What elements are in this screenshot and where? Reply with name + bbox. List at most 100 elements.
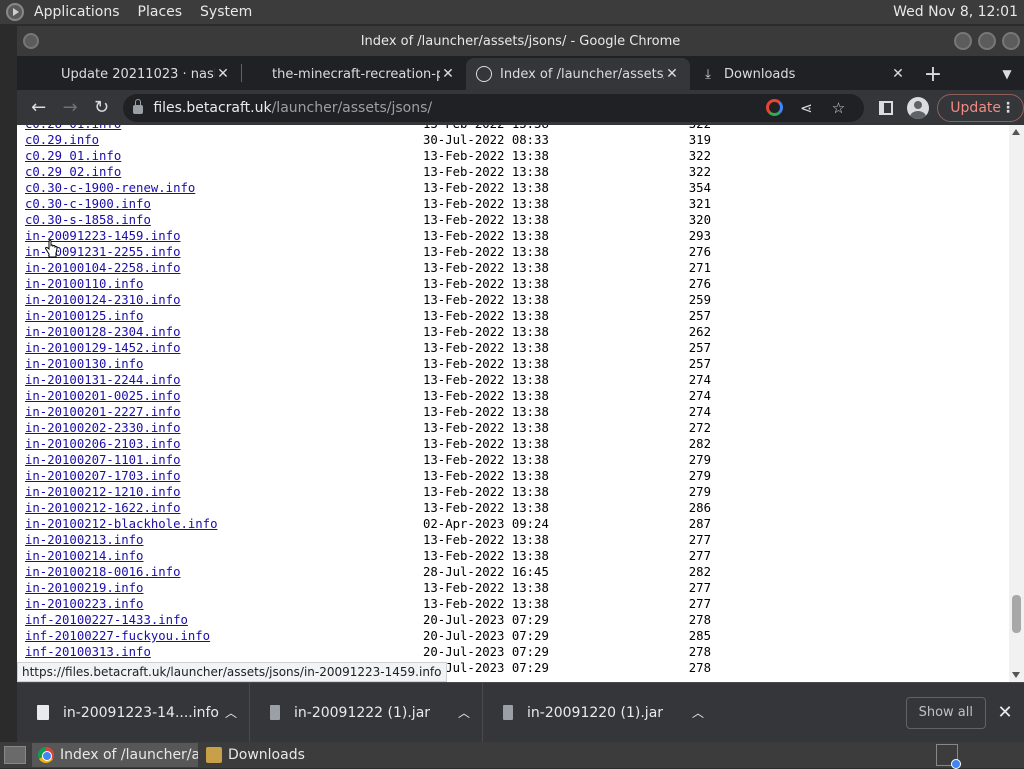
- modified-date: 13-Feb-2022 13:38: [423, 125, 549, 132]
- tab-close-icon[interactable]: ✕: [215, 66, 231, 82]
- modified-date: 13-Feb-2022 13:38: [423, 405, 549, 419]
- file-link[interactable]: c0.29 02.info: [25, 164, 121, 180]
- table-row: inf-20100227-fuckyou.info 20-Jul-2023 07:…: [25, 628, 725, 644]
- bookmark-star-icon[interactable]: ☆: [822, 92, 854, 124]
- chevron-up-icon[interactable]: ︿: [223, 704, 239, 721]
- tab-search-chevron-icon[interactable]: ▼: [990, 58, 1024, 90]
- file-size: 257: [688, 309, 711, 323]
- top-panel: Applications Places System Wed Nov 8, 12…: [0, 0, 1024, 24]
- modified-date: 13-Feb-2022 13:38: [423, 581, 549, 595]
- file-link[interactable]: in-20100129-1452.info: [25, 340, 180, 356]
- download-item[interactable]: in-20091222 (1).jar ︿: [250, 682, 483, 743]
- file-link[interactable]: in-20100201-2227.info: [25, 404, 180, 420]
- menu-places[interactable]: Places: [138, 4, 183, 20]
- menu-applications[interactable]: Applications: [34, 4, 120, 20]
- more-vertical-icon[interactable]: ⋮: [1001, 100, 1015, 116]
- tray-chrome-icon[interactable]: [936, 744, 961, 769]
- file-link[interactable]: in-20100201-0025.info: [25, 388, 180, 404]
- maximize-button[interactable]: [978, 32, 996, 50]
- download-item[interactable]: in-20091220 (1).jar ︿: [483, 683, 716, 743]
- close-shelf-icon[interactable]: ✕: [986, 702, 1024, 723]
- profile-avatar[interactable]: [902, 92, 933, 124]
- tab-close-icon[interactable]: ✕: [664, 66, 680, 82]
- file-link[interactable]: inf-20100227-1433.info: [25, 612, 188, 628]
- show-desktop-button[interactable]: [4, 746, 26, 764]
- file-link[interactable]: in-20100131-2244.info: [25, 372, 180, 388]
- scrollbar-thumb[interactable]: [1012, 595, 1021, 633]
- file-size: 293: [688, 229, 711, 243]
- file-link[interactable]: inf-20100227-fuckyou.info: [25, 628, 210, 644]
- file-link[interactable]: in-20100212-1210.info: [25, 484, 180, 500]
- side-panel-icon[interactable]: [870, 92, 901, 124]
- distro-logo-icon[interactable]: [6, 3, 24, 21]
- file-link[interactable]: c0.30-c-1900.info: [25, 196, 151, 212]
- file-link[interactable]: in-20100218-0016.info: [25, 564, 180, 580]
- scroll-up-icon[interactable]: [1012, 129, 1020, 135]
- file-link[interactable]: in-20100124-2310.info: [25, 292, 180, 308]
- file-link[interactable]: c0.29.info: [25, 132, 99, 148]
- google-lens-icon[interactable]: [758, 92, 790, 124]
- file-link[interactable]: in-20100125.info: [25, 308, 143, 324]
- file-link[interactable]: c0.30-c-1900-renew.info: [25, 180, 195, 196]
- file-link[interactable]: in-20100206-2103.info: [25, 436, 180, 452]
- reload-button[interactable]: ↻: [86, 92, 117, 124]
- window-titlebar[interactable]: Index of /launcher/assets/jsons/ - Googl…: [17, 26, 1024, 56]
- table-row: in-20100212-1210.info 13-Feb-2022 13:38 27…: [25, 484, 725, 500]
- file-link[interactable]: in-20100223.info: [25, 596, 143, 612]
- file-link[interactable]: c0.29 01.info: [25, 148, 121, 164]
- file-link[interactable]: in-20100207-1101.info: [25, 452, 180, 468]
- download-filename: in-20091223-14....info: [63, 704, 219, 721]
- file-size: 282: [688, 565, 711, 579]
- file-size: 272: [688, 421, 711, 435]
- file-link[interactable]: in-20100104-2258.info: [25, 260, 180, 276]
- share-icon[interactable]: ⋖: [790, 92, 822, 124]
- tab-index-jsons[interactable]: Index of /launcher/assets/js ✕: [466, 58, 690, 90]
- file-link[interactable]: in-20100212-1622.info: [25, 500, 180, 516]
- window-menu-button[interactable]: [23, 33, 39, 49]
- lock-icon[interactable]: [133, 99, 144, 114]
- window-close-button[interactable]: [1002, 32, 1020, 50]
- file-link[interactable]: c0.28 01.info: [25, 125, 121, 132]
- file-link[interactable]: in-20100213.info: [25, 532, 143, 548]
- address-bar[interactable]: files.betacraft.uk /launcher/assets/json…: [123, 92, 865, 124]
- file-size: 278: [688, 645, 711, 659]
- file-size: 279: [688, 485, 711, 499]
- tab-update[interactable]: Update 20211023 · nasko22 ✕: [17, 58, 241, 90]
- vertical-scrollbar[interactable]: [1009, 125, 1024, 682]
- back-button[interactable]: ←: [23, 92, 54, 124]
- hand-cursor-icon: [44, 240, 58, 258]
- modified-date: 13-Feb-2022 13:38: [423, 501, 549, 515]
- menu-system[interactable]: System: [200, 4, 252, 20]
- tab-close-icon[interactable]: ✕: [890, 66, 906, 82]
- scroll-down-icon[interactable]: [1012, 672, 1020, 678]
- file-link[interactable]: in-20100212-blackhole.info: [25, 516, 218, 532]
- modified-date: 30-Jul-2022 08:33: [423, 133, 549, 147]
- new-tab-button[interactable]: +: [916, 58, 950, 90]
- table-row: in-20100206-2103.info 13-Feb-2022 13:38 28…: [25, 436, 725, 452]
- tab-minecraft-recreation[interactable]: the-minecraft-recreation-p ✕: [242, 58, 466, 90]
- taskbar-item-downloads[interactable]: Downloads: [200, 743, 366, 767]
- file-link[interactable]: c0.30-s-1858.info: [25, 212, 151, 228]
- window-title: Index of /launcher/assets/jsons/ - Googl…: [360, 33, 681, 49]
- update-button[interactable]: Update ⋮: [937, 93, 1024, 122]
- clock[interactable]: Wed Nov 8, 12:01: [893, 4, 1018, 20]
- tab-downloads[interactable]: ⤓ Downloads ✕: [690, 58, 916, 90]
- forward-button[interactable]: →: [54, 92, 85, 124]
- minimize-button[interactable]: [954, 32, 972, 50]
- table-row: in-20100207-1703.info 13-Feb-2022 13:38 27…: [25, 468, 725, 484]
- file-link[interactable]: in-20100128-2304.info: [25, 324, 180, 340]
- file-link[interactable]: in-20100202-2330.info: [25, 420, 180, 436]
- chevron-up-icon[interactable]: ︿: [690, 704, 706, 721]
- show-all-button[interactable]: Show all: [905, 696, 986, 729]
- file-link[interactable]: in-20100214.info: [25, 548, 143, 564]
- download-item[interactable]: in-20091223-14....info ︿: [17, 682, 250, 743]
- taskbar-item-chrome[interactable]: Index of /launcher/a...: [32, 743, 198, 767]
- chevron-up-icon[interactable]: ︿: [456, 704, 472, 721]
- file-link[interactable]: inf-20100313.info: [25, 644, 151, 660]
- file-link[interactable]: in-20100110.info: [25, 276, 143, 292]
- file-link[interactable]: in-20100219.info: [25, 580, 143, 596]
- tab-close-icon[interactable]: ✕: [440, 66, 456, 82]
- file-link[interactable]: in-20100207-1703.info: [25, 468, 180, 484]
- file-link[interactable]: in-20100130.info: [25, 356, 143, 372]
- download-icon: ⤓: [705, 66, 711, 82]
